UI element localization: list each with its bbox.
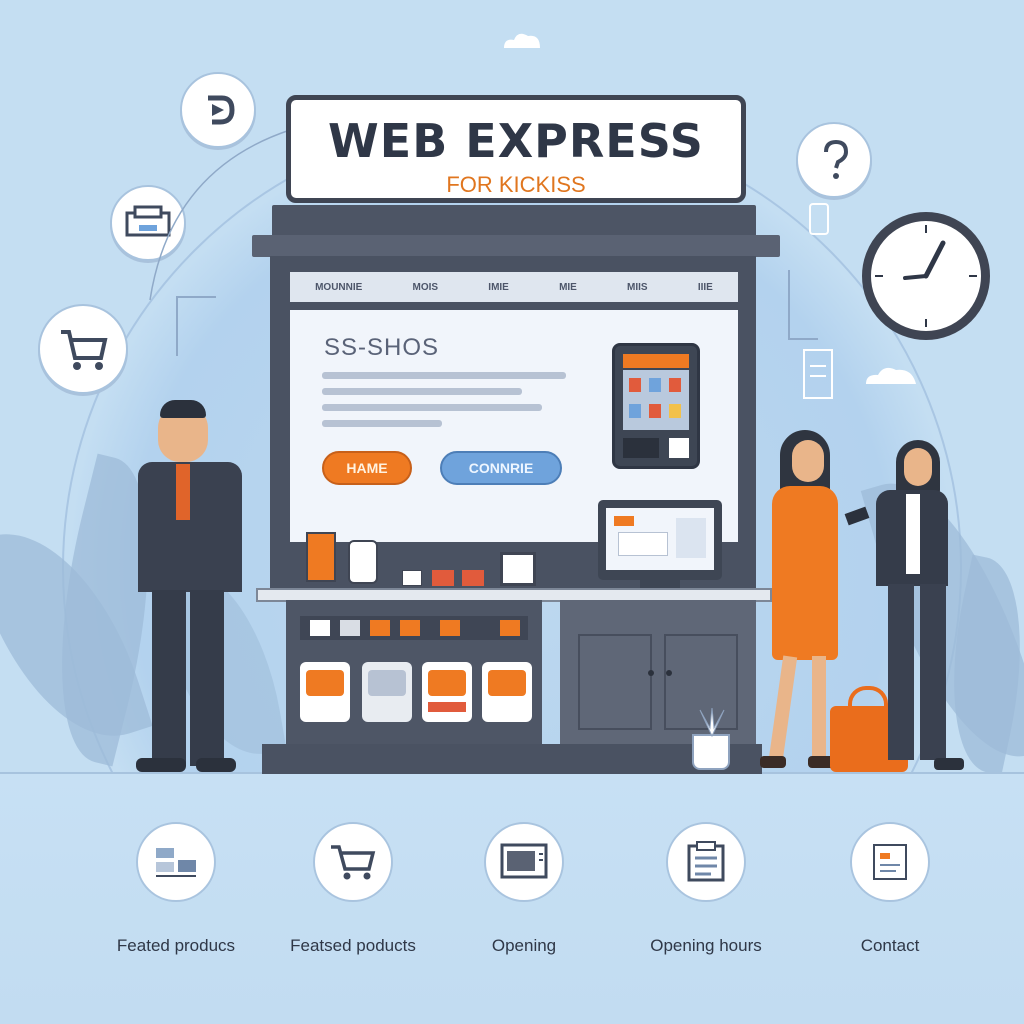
man-leg <box>152 590 186 766</box>
card-reader <box>500 552 536 586</box>
home-button[interactable]: HAME <box>322 451 412 485</box>
feature-label: Contact <box>860 936 920 955</box>
display-shelf <box>286 600 542 746</box>
question-icon <box>824 139 849 179</box>
feature-label: Featsed poducts <box>290 936 416 955</box>
plant-pot <box>692 734 730 770</box>
nav-item[interactable]: IMIE <box>488 282 509 293</box>
woman2-face <box>904 448 932 486</box>
feature-label: Feated producs <box>116 936 236 955</box>
man-tie <box>176 464 190 520</box>
pencil-cup <box>306 532 336 582</box>
woman-dress <box>772 486 838 660</box>
woman2-shoe <box>934 758 964 770</box>
text-placeholder-line <box>322 388 522 395</box>
contact-card-icon <box>873 844 907 880</box>
handbag-handle <box>848 686 888 716</box>
connector-line <box>788 270 790 340</box>
man-jacket <box>138 462 242 592</box>
shopping-cart-icon <box>331 845 376 880</box>
woman2-shirt <box>906 494 920 574</box>
woman-leg <box>812 656 826 760</box>
clock-icon <box>875 225 977 327</box>
feature-item[interactable]: Featsed poducts <box>268 822 438 956</box>
feature-item[interactable]: Feated producs <box>91 822 261 956</box>
text-placeholder-line <box>322 420 442 427</box>
man-hair <box>160 400 206 418</box>
product-box <box>402 570 422 586</box>
vending-machine <box>612 343 700 469</box>
sign-title: WEB EXPRESS <box>328 114 704 168</box>
kiosk-roof-ledge <box>252 235 780 257</box>
nav-item[interactable]: MOUNNIE <box>315 282 362 293</box>
text-placeholder-line <box>322 372 566 379</box>
connector-line <box>788 338 818 340</box>
store-sign: WEB EXPRESS FOR KICKISS <box>286 95 746 203</box>
feature-circle[interactable] <box>850 822 930 902</box>
cart-button[interactable] <box>38 304 128 394</box>
feature-circle[interactable] <box>484 822 564 902</box>
help-button[interactable] <box>796 122 872 198</box>
feature-label: Opening hours <box>650 936 762 955</box>
monitor-screen <box>606 508 714 570</box>
kiosk-base <box>262 744 762 774</box>
man-shoe <box>196 758 236 772</box>
nav-item[interactable]: MOIS <box>413 282 439 293</box>
feature-circle[interactable] <box>313 822 393 902</box>
text-placeholder-line <box>322 404 542 411</box>
cloud-icon <box>504 33 540 48</box>
sign-subtitle: FOR KICKISS <box>446 172 586 197</box>
shopping-cart-icon <box>61 330 108 370</box>
nav-item[interactable]: MIE <box>559 282 577 293</box>
woman-face <box>792 440 824 482</box>
feature-item[interactable]: Opening <box>439 822 609 956</box>
continue-button[interactable]: CONNRIE <box>440 451 562 485</box>
product-box <box>462 570 484 586</box>
woman-shoe <box>760 756 786 768</box>
woman2-leg <box>888 584 914 760</box>
nav-item[interactable]: IIIE <box>698 282 713 293</box>
product-box <box>432 570 454 586</box>
monitor-stand <box>640 578 680 588</box>
product-list-icon <box>156 848 196 877</box>
document-icon <box>803 349 833 399</box>
screen-title: SS-SHOS <box>324 334 440 361</box>
feature-item[interactable]: Contact <box>805 822 975 956</box>
feature-circle[interactable] <box>666 822 746 902</box>
site-nav-bar: MOUNNIE MOIS IMIE MIE MIIS IIIE <box>290 272 738 302</box>
cloud-icon <box>866 367 916 384</box>
jar <box>348 540 378 584</box>
nav-item[interactable]: MIIS <box>627 282 648 293</box>
man-leg <box>190 590 224 766</box>
plant-icon <box>699 707 725 738</box>
phone-icon <box>809 203 829 235</box>
man-shoe <box>136 758 186 772</box>
feature-label: Opening <box>491 936 557 955</box>
kiosk-roof <box>272 205 756 237</box>
window-icon <box>500 843 548 879</box>
feature-circle[interactable] <box>136 822 216 902</box>
clipboard-icon <box>687 841 725 882</box>
woman2-leg <box>920 584 946 760</box>
clock <box>862 212 990 340</box>
feature-item[interactable]: Opening hours <box>621 822 791 956</box>
